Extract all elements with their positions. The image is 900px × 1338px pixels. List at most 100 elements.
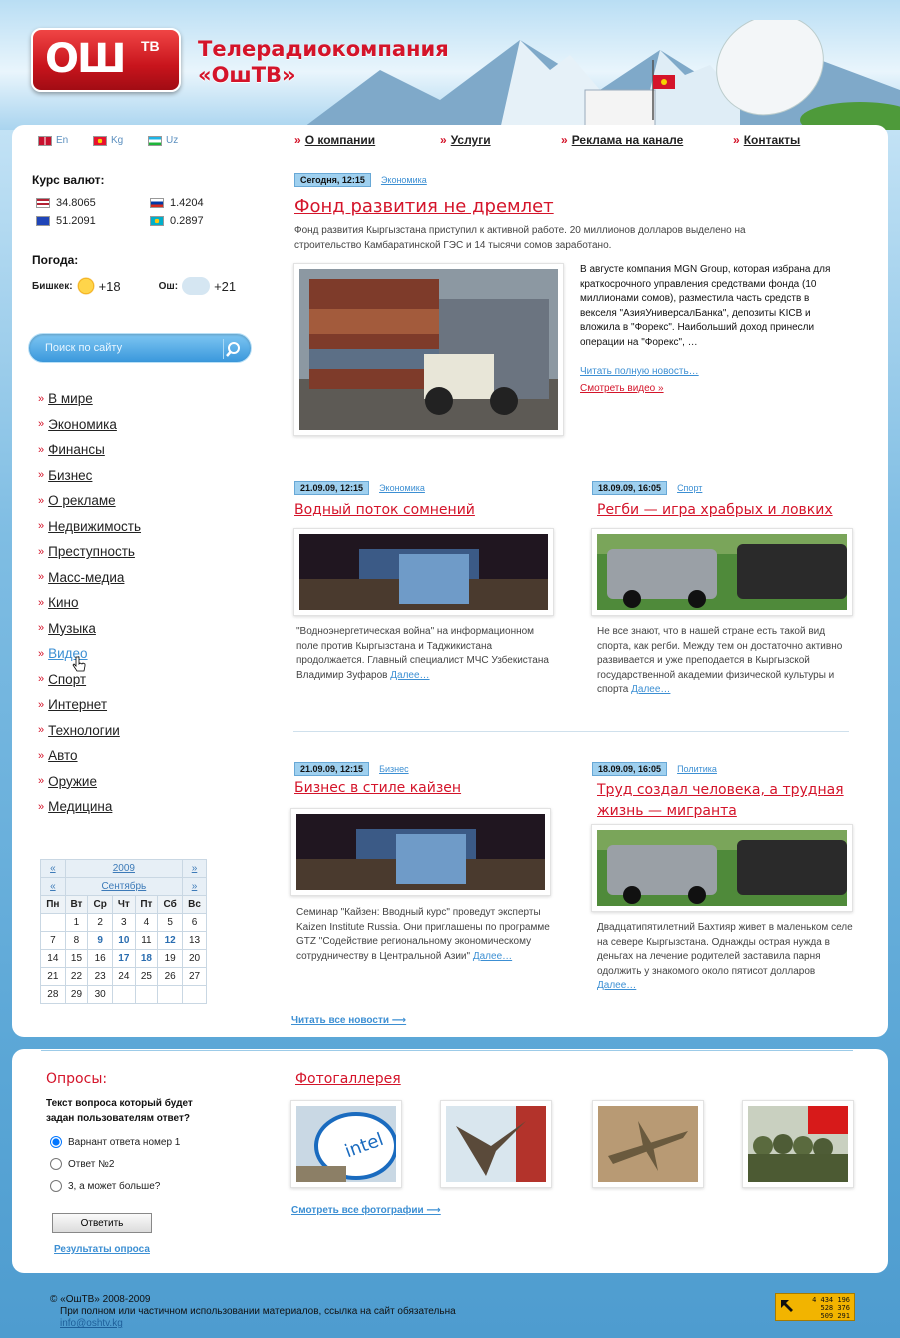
category-item[interactable]: » Музыка [38, 616, 141, 642]
weekday-label: Чт [112, 895, 136, 914]
news-3-meta: 21.09.09, 12:15 Бизнес [294, 762, 409, 776]
calendar-day: 28 [40, 985, 66, 1004]
category-item[interactable]: » Бизнес [38, 463, 141, 489]
gallery-photo-3[interactable] [592, 1100, 704, 1188]
news-4-title[interactable]: Труд создал человека, а трудная жизнь — … [597, 780, 847, 822]
calendar-day: 13 [182, 931, 207, 950]
calendar-day[interactable]: 9 [87, 931, 114, 950]
nav-contacts[interactable]: » Контакты [733, 133, 800, 147]
bullet-icon: » [38, 520, 45, 533]
currency-title: Курс валют: [32, 173, 105, 187]
read-all-news-link[interactable]: Читать все новости ⟶ [291, 1014, 406, 1029]
main-meta: Сегодня, 12:15 Экономика [294, 173, 427, 187]
lang-en[interactable]: En [38, 135, 68, 146]
news-3-title[interactable]: Бизнес в стиле кайзен [294, 780, 461, 796]
news-1-more-link[interactable]: Далее… [390, 670, 429, 681]
calendar-day: 23 [87, 967, 114, 986]
calendar-day [40, 913, 66, 932]
poll-option-3[interactable]: 3, а может больше? [50, 1180, 160, 1192]
bullet-icon: » [38, 469, 45, 482]
oshtv-logo[interactable]: ОШ ТВ [31, 28, 181, 92]
main-title[interactable]: Фонд развития не дремлет [294, 196, 554, 217]
prev-year-button[interactable]: « [40, 859, 66, 878]
uz-flag-icon [148, 135, 162, 146]
lang-uz[interactable]: Uz [148, 135, 178, 146]
nav-services[interactable]: » Услуги [440, 133, 491, 147]
category-item[interactable]: » Преступность [38, 539, 141, 565]
calendar-day: 3 [112, 913, 136, 932]
poll-results-link[interactable]: Результаты опроса [54, 1243, 150, 1258]
nav-about[interactable]: » О компании [294, 133, 375, 147]
calendar-day[interactable]: 10 [112, 931, 136, 950]
category-item[interactable]: » Недвижимость [38, 514, 141, 540]
calendar-day[interactable]: 12 [157, 931, 184, 950]
news-2-photo[interactable] [591, 528, 853, 616]
search-button[interactable] [223, 339, 243, 359]
category-item[interactable]: » Масс-медиа [38, 565, 141, 591]
poll-option-1[interactable]: Варнант ответа номер 1 [50, 1136, 180, 1148]
news-2-more-link[interactable]: Далее… [631, 684, 670, 695]
calendar-day: 2 [87, 913, 114, 932]
news-1-title[interactable]: Водный поток сомнений [294, 502, 475, 518]
category-item[interactable]: » Медицина [38, 794, 141, 820]
category-item[interactable]: » Технологии [38, 718, 141, 744]
news-3-photo[interactable] [290, 808, 551, 896]
footer-email-link[interactable]: info@oshtv.kg [60, 1318, 123, 1329]
bullet-icon: » [38, 698, 45, 711]
news-3-more-link[interactable]: Далее… [473, 951, 512, 962]
lang-kg[interactable]: Kg [93, 135, 123, 146]
news-4-more-link[interactable]: Далее… [597, 980, 636, 991]
category-item[interactable]: » В мире [38, 386, 141, 412]
calendar-day[interactable]: 18 [134, 949, 159, 968]
poll-submit-button[interactable]: Ответить [52, 1213, 152, 1233]
category-item[interactable]: » Интернет [38, 692, 141, 718]
category-item[interactable]: » Финансы [38, 437, 141, 463]
bullet-icon: » [38, 494, 45, 507]
gallery-photo-4[interactable] [742, 1100, 854, 1188]
news-1-text: "Водноэнергетическая война" на информаци… [296, 626, 549, 681]
prev-month-button[interactable]: « [40, 877, 66, 896]
main-body: В августе компания MGN Group, которая из… [580, 264, 831, 348]
watch-video-link[interactable]: Смотреть видео » [580, 382, 664, 397]
weekday-label: Вт [64, 895, 89, 914]
gallery-photo-1[interactable]: intel [290, 1100, 402, 1188]
calendar-day: 8 [64, 931, 89, 950]
calendar-day: 4 [134, 913, 159, 932]
sun-icon [76, 277, 95, 295]
next-year-button[interactable]: » [182, 859, 207, 878]
bullet-icon: » [38, 749, 45, 762]
cloud-rain-icon [182, 277, 211, 295]
nav-advertising[interactable]: » Реклама на канале [561, 133, 683, 147]
next-month-button[interactable]: » [182, 877, 207, 896]
calendar-month[interactable]: Сентябрь [64, 877, 184, 896]
category-item[interactable]: » Экономика [38, 412, 141, 438]
calendar-day: 19 [157, 949, 184, 968]
news-4-photo[interactable] [591, 824, 853, 912]
footer-divider [41, 1050, 853, 1051]
rate-eur: 51.2091 [36, 215, 96, 227]
search-input[interactable] [45, 340, 215, 356]
news-1-photo[interactable] [293, 528, 554, 616]
calendar-day: 20 [182, 949, 207, 968]
category-item[interactable]: » Спорт [38, 667, 141, 693]
main-lead: Фонд развития Кыргызстана приступил к ак… [294, 225, 746, 251]
gallery-photo-2[interactable] [440, 1100, 552, 1188]
news-2-title[interactable]: Регби — игра храбрых и ловких [597, 502, 833, 518]
kg-flag-icon [93, 135, 107, 146]
category-item[interactable]: » Видео [38, 641, 141, 667]
calendar-day: 29 [64, 985, 89, 1004]
category-item[interactable]: » О рекламе [38, 488, 141, 514]
category-item[interactable]: » Авто [38, 743, 141, 769]
category-item[interactable]: » Кино [38, 590, 141, 616]
calendar-day[interactable]: 17 [112, 949, 136, 968]
view-all-photos-link[interactable]: Смотреть все фотографии ⟶ [291, 1204, 441, 1219]
calendar-year[interactable]: 2009 [64, 859, 184, 878]
visit-counter[interactable]: 4 434 196 528 376 509 291 [775, 1293, 855, 1321]
poll-option-2[interactable]: Ответ №2 [50, 1158, 114, 1170]
weekday-label: Пн [40, 895, 66, 914]
gallery-title[interactable]: Фотогаллерея [295, 1071, 401, 1087]
main-category-link[interactable]: Экономика [381, 175, 427, 185]
main-photo[interactable] [293, 263, 564, 436]
category-item[interactable]: » Оружие [38, 769, 141, 795]
read-full-link[interactable]: Читать полную новость… [580, 365, 699, 380]
